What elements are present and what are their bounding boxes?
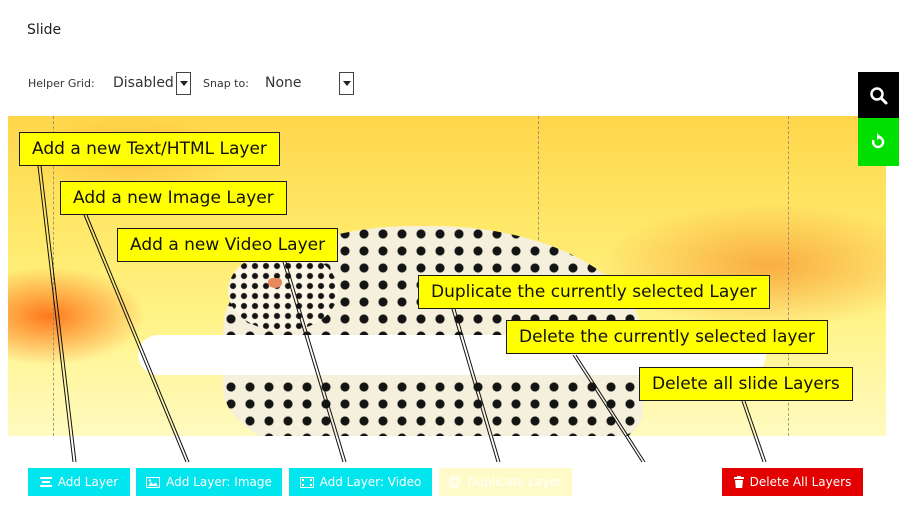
- add-image-layer-label: Add Layer: Image: [166, 475, 272, 489]
- add-video-layer-label: Add Layer: Video: [319, 475, 422, 489]
- trash-icon: [733, 476, 744, 488]
- connector-video-layer: [282, 261, 344, 463]
- add-layer-label: Add Layer: [57, 475, 119, 489]
- tooltip-delete-layer: Delete the currently selected layer: [506, 320, 828, 354]
- connector-duplicate-layer: [451, 308, 498, 463]
- duplicate-layer-button[interactable]: Duplicate Layer: [439, 468, 572, 496]
- search-button[interactable]: [858, 72, 899, 118]
- tooltip-delete-all-layers: Delete all slide Layers: [639, 367, 853, 401]
- image-icon: [146, 476, 161, 488]
- refresh-icon: [871, 133, 885, 149]
- add-layer-button[interactable]: Add Layer: [28, 468, 130, 496]
- text-layer-icon: [39, 476, 52, 488]
- refresh-button[interactable]: [858, 118, 899, 166]
- tooltip-add-text-layer: Add a new Text/HTML Layer: [19, 132, 280, 166]
- delete-all-layers-label: Delete All Layers: [749, 475, 852, 489]
- tooltip-duplicate-layer: Duplicate the currently selected Layer: [418, 275, 770, 309]
- tooltip-add-image-layer: Add a new Image Layer: [60, 181, 287, 215]
- add-image-layer-button[interactable]: Add Layer: Image: [136, 468, 282, 496]
- duplicate-layer-label: Duplicate Layer: [467, 475, 562, 489]
- search-icon: [870, 87, 888, 105]
- video-icon: [299, 476, 314, 488]
- connector-delete-layer: [572, 354, 643, 463]
- connector-delete-all: [741, 400, 764, 463]
- tooltip-connectors: [37, 165, 767, 463]
- duplicate-icon: [449, 476, 461, 488]
- add-video-layer-button[interactable]: Add Layer: Video: [289, 468, 432, 496]
- tooltip-add-video-layer: Add a new Video Layer: [117, 228, 339, 262]
- delete-all-layers-button[interactable]: Delete All Layers: [722, 468, 863, 496]
